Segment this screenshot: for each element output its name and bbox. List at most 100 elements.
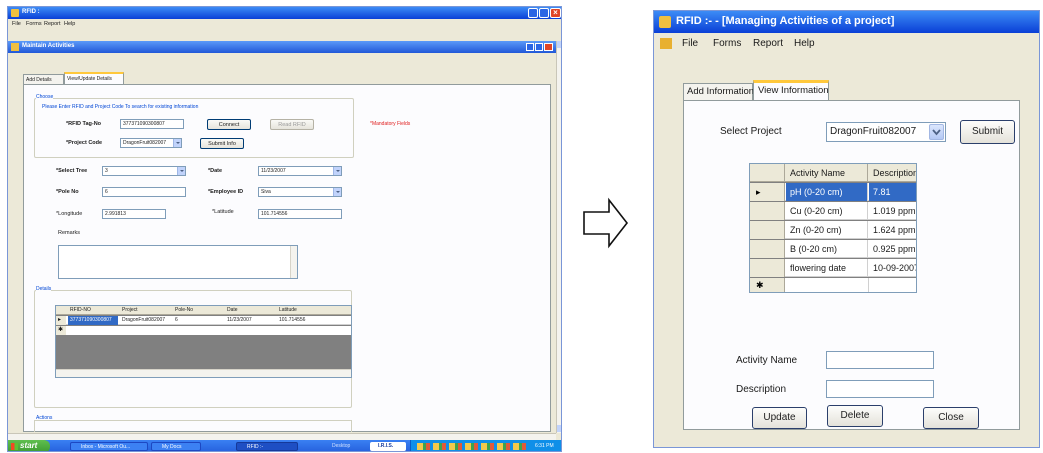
select-tree-dropdown[interactable]: 3 [102, 166, 186, 176]
longitude-value: 2.991813 [105, 211, 126, 217]
table-row[interactable]: B (0-20 cm) 0.925 ppm [750, 240, 916, 258]
submit-button[interactable]: Submit [960, 120, 1015, 144]
activity-name-cell[interactable]: B (0-20 cm) [786, 240, 868, 258]
date-picker[interactable]: 11/23/2007 [258, 166, 342, 176]
menu-forms[interactable]: Forms [713, 38, 741, 49]
delete-button[interactable]: Delete [827, 405, 883, 427]
description-label: Description [736, 384, 787, 395]
current-row-marker-icon[interactable]: ▸ [750, 183, 785, 201]
description-cell[interactable]: 0.925 ppm [869, 240, 916, 258]
activity-name-input[interactable] [826, 351, 934, 369]
minimize-button[interactable] [528, 8, 538, 18]
new-row[interactable]: ✱ [56, 326, 351, 335]
row-header[interactable] [750, 240, 785, 258]
menu-report[interactable]: Report [44, 21, 61, 27]
rfid-tag-input[interactable]: 377371090300807 [120, 119, 184, 129]
tab-page: Choose Please Enter RFID and Project Cod… [23, 84, 551, 432]
longitude-input[interactable]: 2.991813 [102, 209, 166, 219]
project-dropdown[interactable]: DragonFruit082007 [826, 122, 946, 142]
close-button[interactable]: × [550, 8, 561, 18]
new-row[interactable]: ✱ [750, 278, 916, 292]
grid-header: Activity Name Description [750, 164, 916, 182]
pole-no-input[interactable]: 6 [102, 187, 186, 197]
left-title-bar[interactable]: RFID : × [8, 7, 561, 19]
activity-name-cell[interactable]: flowering date [786, 259, 868, 277]
restore-button[interactable] [539, 8, 549, 18]
menu-help[interactable]: Help [64, 21, 75, 27]
table-row[interactable]: flowering date 10-09-2007 [750, 259, 916, 277]
scroll-down-button[interactable] [557, 425, 561, 432]
row-header[interactable] [750, 202, 785, 220]
row-header[interactable] [750, 221, 785, 239]
column-header-description[interactable]: Description [869, 164, 916, 182]
remarks-textarea[interactable] [58, 245, 298, 279]
activity-name-cell[interactable]: Zn (0-20 cm) [786, 221, 868, 239]
column-header[interactable]: Date [225, 306, 275, 315]
column-header[interactable]: Latitude [277, 306, 327, 315]
description-cell[interactable]: 1.019 ppm [869, 202, 916, 220]
longitude-label: *Longitude [56, 211, 83, 217]
table-cell[interactable]: 6 [173, 316, 223, 325]
right-title-bar[interactable]: RFID :- - [Managing Activities of a proj… [654, 11, 1039, 33]
activity-name-cell[interactable]: pH (0-20 cm) [786, 183, 868, 201]
taskbar-item-rfid[interactable]: RFID :- [236, 442, 298, 451]
start-button[interactable]: start [8, 440, 50, 451]
column-header[interactable]: RFID-NO [68, 306, 113, 315]
tab-add-information[interactable]: Add Information [683, 83, 754, 100]
mdi-form-icon [660, 38, 672, 49]
menu-forms[interactable]: Forms [26, 21, 42, 27]
close-button[interactable]: Close [923, 407, 979, 429]
table-cell[interactable]: 377371090300807 [68, 316, 118, 325]
table-cell[interactable]: 101.714556 [277, 316, 327, 325]
windows-logo-icon [11, 443, 18, 450]
table-cell[interactable]: 11/23/2007 [225, 316, 275, 325]
desktop-toolbar-label[interactable]: Desktop [332, 443, 350, 449]
table-cell[interactable]: DragonFruit082007 [120, 316, 170, 325]
mdi-minimize-button[interactable] [526, 43, 534, 51]
activity-grid[interactable]: Activity Name Description ▸ pH (0-20 cm) 7… [749, 163, 917, 293]
connect-button[interactable]: Connect [207, 119, 251, 130]
vertical-scrollbar[interactable] [556, 41, 561, 433]
latitude-input[interactable]: 101.714556 [258, 209, 342, 219]
mdi-restore-button[interactable] [535, 43, 543, 51]
column-header-activity-name[interactable]: Activity Name [786, 164, 868, 182]
tab-view-update-details[interactable]: View/Update Details [64, 72, 124, 84]
chevron-down-icon[interactable] [929, 124, 944, 140]
description-cell[interactable]: 7.81 [869, 183, 916, 201]
description-cell[interactable]: 10-09-2007 [869, 259, 916, 277]
activity-name-cell[interactable]: Cu (0-20 cm) [786, 202, 868, 220]
details-grid-hscroll[interactable] [56, 369, 351, 377]
chevron-down-icon [177, 167, 185, 175]
taskbar-item-my-docs[interactable]: My Docs [151, 442, 201, 451]
iris-button[interactable]: I.R.I.S. [370, 442, 406, 451]
row-header[interactable] [750, 259, 785, 277]
column-header[interactable]: Project [120, 306, 170, 315]
submit-info-button[interactable]: Submit Info [200, 138, 244, 149]
table-row[interactable]: Zn (0-20 cm) 1.624 ppm [750, 221, 916, 239]
mdi-close-button[interactable] [544, 43, 553, 51]
menu-help[interactable]: Help [794, 38, 815, 49]
latitude-label: *Latitude [212, 209, 234, 215]
menu-report[interactable]: Report [753, 38, 783, 49]
update-button[interactable]: Update [752, 407, 807, 429]
column-header[interactable]: Pole-No [173, 306, 223, 315]
employee-id-dropdown[interactable]: Siva [258, 187, 342, 197]
remarks-scrollbar[interactable] [290, 246, 297, 278]
table-row[interactable]: Cu (0-20 cm) 1.019 ppm [750, 202, 916, 220]
table-row[interactable]: ▸ pH (0-20 cm) 7.81 [750, 183, 916, 201]
menu-file[interactable]: File [682, 38, 698, 49]
scroll-up-button[interactable] [557, 41, 561, 48]
details-grid[interactable]: RFID-NO Project Pole-No Date Latitude ▸ … [55, 305, 352, 378]
description-input[interactable] [826, 380, 934, 398]
read-rfid-button[interactable]: Read RFID [270, 119, 314, 130]
instruction-text: Please Enter RFID and Project Code To se… [42, 104, 199, 110]
taskbar-item-inbox[interactable]: Inbox - Microsoft Ou... [70, 442, 148, 451]
mdi-title-bar[interactable]: Maintain Activities [8, 41, 556, 53]
tab-view-information[interactable]: View Information [753, 80, 829, 100]
tab-add-details[interactable]: Add Details [23, 74, 64, 84]
project-code-dropdown[interactable]: DragonFruit082007 [120, 138, 182, 148]
horizontal-scrollbar[interactable] [8, 433, 556, 440]
description-cell[interactable]: 1.624 ppm [869, 221, 916, 239]
table-row[interactable]: ▸ 377371090300807 DragonFruit082007 6 11… [56, 316, 351, 325]
menu-file[interactable]: File [12, 21, 21, 27]
